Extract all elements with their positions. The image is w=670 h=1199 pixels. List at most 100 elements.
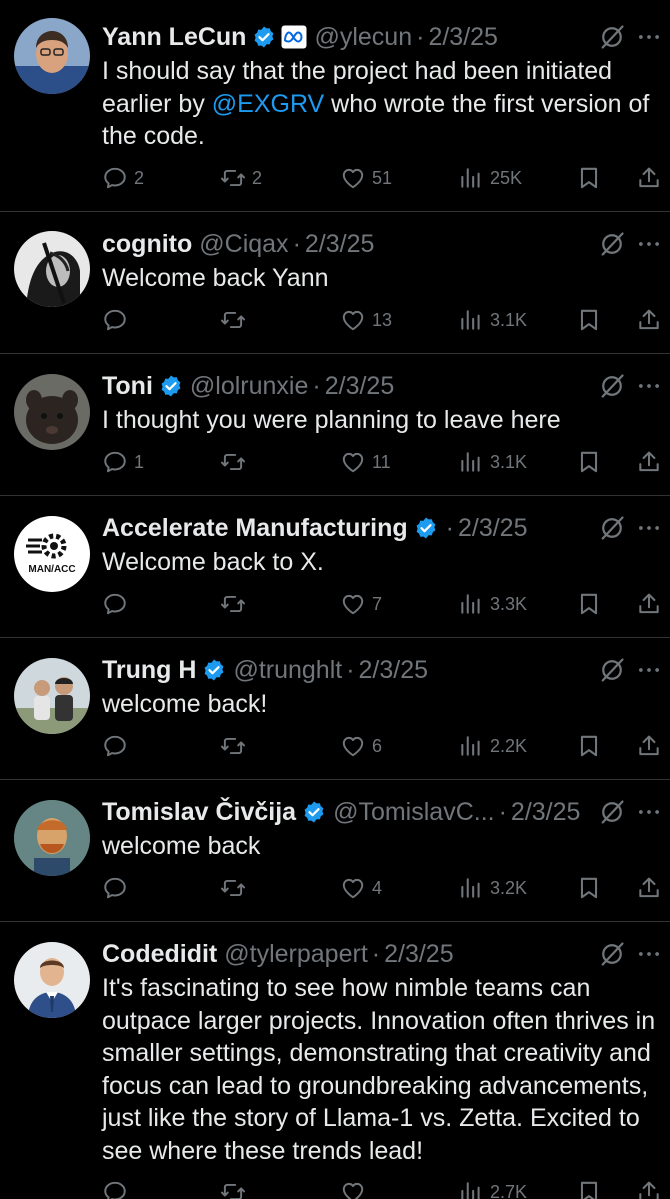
like-button[interactable]: [340, 1176, 372, 1199]
author-handle[interactable]: @TomislavC...: [333, 798, 495, 827]
author-name[interactable]: Toni: [102, 372, 153, 401]
share-button[interactable]: [636, 588, 662, 620]
author-handle[interactable]: @tylerpapert: [224, 940, 368, 969]
verified-badge-icon[interactable]: [414, 516, 438, 540]
reply-button[interactable]: [102, 730, 134, 762]
avatar[interactable]: [14, 231, 90, 307]
tweet-date[interactable]: 2/3/25: [511, 798, 581, 827]
author-handle[interactable]: @trunghlt: [233, 656, 342, 685]
repost-button[interactable]: [220, 304, 252, 336]
reply-button[interactable]: [102, 588, 134, 620]
reply-button[interactable]: [102, 304, 134, 336]
more-icon[interactable]: [636, 514, 662, 542]
tweet-accelerate-manufacturing[interactable]: MAN/ACC Accelerate Manufacturing · 2/3/2…: [0, 496, 670, 638]
author-handle[interactable]: @lolrunxie: [190, 372, 308, 401]
like-button[interactable]: 6: [340, 730, 382, 762]
views-button[interactable]: 2.2K: [458, 730, 527, 762]
author-name[interactable]: cognito: [102, 230, 192, 259]
tweet-date[interactable]: 2/3/25: [359, 656, 429, 685]
grok-icon[interactable]: [598, 230, 626, 258]
more-icon[interactable]: [636, 23, 662, 51]
grok-icon[interactable]: [598, 23, 626, 51]
tweet-date[interactable]: 2/3/25: [384, 940, 454, 969]
tweet-toni[interactable]: Toni @lolrunxie · 2/3/25 I thought you w…: [0, 354, 670, 496]
meta-logo-icon[interactable]: [281, 25, 307, 49]
like-button[interactable]: 4: [340, 872, 382, 904]
repost-button[interactable]: [220, 730, 252, 762]
author-name[interactable]: Accelerate Manufacturing: [102, 514, 408, 543]
author-name[interactable]: Trung H: [102, 656, 196, 685]
grok-icon[interactable]: [598, 940, 626, 968]
tweet-tomislav[interactable]: Tomislav Čivčija @TomislavC... · 2/3/25 …: [0, 780, 670, 922]
like-button[interactable]: 7: [340, 588, 382, 620]
more-icon[interactable]: [636, 372, 662, 400]
share-icon: [636, 307, 662, 333]
views-button[interactable]: 25K: [458, 162, 522, 194]
share-button[interactable]: [636, 304, 662, 336]
grok-icon[interactable]: [598, 372, 626, 400]
views-button[interactable]: 3.2K: [458, 872, 527, 904]
grok-icon[interactable]: [598, 656, 626, 684]
view-count: 3.2K: [490, 877, 528, 898]
bookmark-button[interactable]: [576, 588, 602, 620]
like-button[interactable]: 51: [340, 162, 392, 194]
verified-badge-icon[interactable]: [202, 658, 226, 682]
verified-badge-icon[interactable]: [302, 800, 326, 824]
reply-button[interactable]: 2: [102, 162, 144, 194]
share-button[interactable]: [636, 730, 662, 762]
like-button[interactable]: 13: [340, 304, 392, 336]
views-button[interactable]: 2.7K: [458, 1176, 527, 1199]
bookmark-button[interactable]: [576, 162, 602, 194]
more-icon[interactable]: [636, 656, 662, 684]
repost-button[interactable]: [220, 1176, 252, 1199]
tweet-date[interactable]: 2/3/25: [325, 372, 395, 401]
author-name[interactable]: Tomislav Čivčija: [102, 798, 296, 827]
bookmark-button[interactable]: [576, 304, 602, 336]
more-icon[interactable]: [636, 798, 662, 826]
bookmark-button[interactable]: [576, 730, 602, 762]
grok-icon[interactable]: [598, 514, 626, 542]
grok-icon[interactable]: [598, 798, 626, 826]
tweet-codedidit[interactable]: Codedidit @tylerpapert · 2/3/25 It's fas…: [0, 922, 670, 1199]
reply-button[interactable]: 1: [102, 446, 144, 478]
share-button[interactable]: [636, 446, 662, 478]
repost-button[interactable]: [220, 446, 252, 478]
mention-link[interactable]: @EXGRV: [212, 90, 324, 118]
bookmark-button[interactable]: [576, 872, 602, 904]
views-button[interactable]: 3.1K: [458, 446, 527, 478]
author-name[interactable]: Codedidit: [102, 940, 217, 969]
reply-button[interactable]: [102, 872, 134, 904]
repost-button[interactable]: 2: [220, 162, 262, 194]
share-button[interactable]: [636, 162, 662, 194]
views-button[interactable]: 3.3K: [458, 588, 527, 620]
avatar[interactable]: [14, 800, 90, 876]
repost-button[interactable]: [220, 872, 252, 904]
reply-count: 2: [134, 167, 145, 188]
author-handle[interactable]: @Ciqax: [199, 230, 288, 259]
share-button[interactable]: [636, 872, 662, 904]
repost-button[interactable]: [220, 588, 252, 620]
bookmark-button[interactable]: [576, 446, 602, 478]
author-name[interactable]: Yann LeCun: [102, 23, 246, 52]
tweet-date[interactable]: 2/3/25: [458, 514, 528, 543]
tweet-trung-h[interactable]: Trung H @trunghlt · 2/3/25 welcome back!…: [0, 638, 670, 780]
verified-badge-icon[interactable]: [252, 25, 276, 49]
like-button[interactable]: 11: [340, 446, 391, 478]
avatar[interactable]: [14, 658, 90, 734]
more-icon[interactable]: [636, 230, 662, 258]
reply-button[interactable]: [102, 1176, 134, 1199]
tweet-date[interactable]: 2/3/25: [305, 230, 375, 259]
share-button[interactable]: [636, 1176, 662, 1199]
avatar[interactable]: [14, 942, 90, 1018]
tweet-date[interactable]: 2/3/25: [428, 23, 498, 52]
verified-badge-icon[interactable]: [159, 374, 183, 398]
bookmark-button[interactable]: [576, 1176, 602, 1199]
avatar[interactable]: [14, 374, 90, 450]
tweet-cognito[interactable]: cognito @Ciqax · 2/3/25 Welcome back Yan…: [0, 212, 670, 354]
more-icon[interactable]: [636, 940, 662, 968]
tweet-ylecun[interactable]: Yann LeCun @ylecun · 2/3/25 I should say…: [0, 0, 670, 212]
author-handle[interactable]: @ylecun: [314, 23, 412, 52]
avatar[interactable]: [14, 18, 90, 94]
avatar[interactable]: MAN/ACC: [14, 516, 90, 592]
views-button[interactable]: 3.1K: [458, 304, 527, 336]
